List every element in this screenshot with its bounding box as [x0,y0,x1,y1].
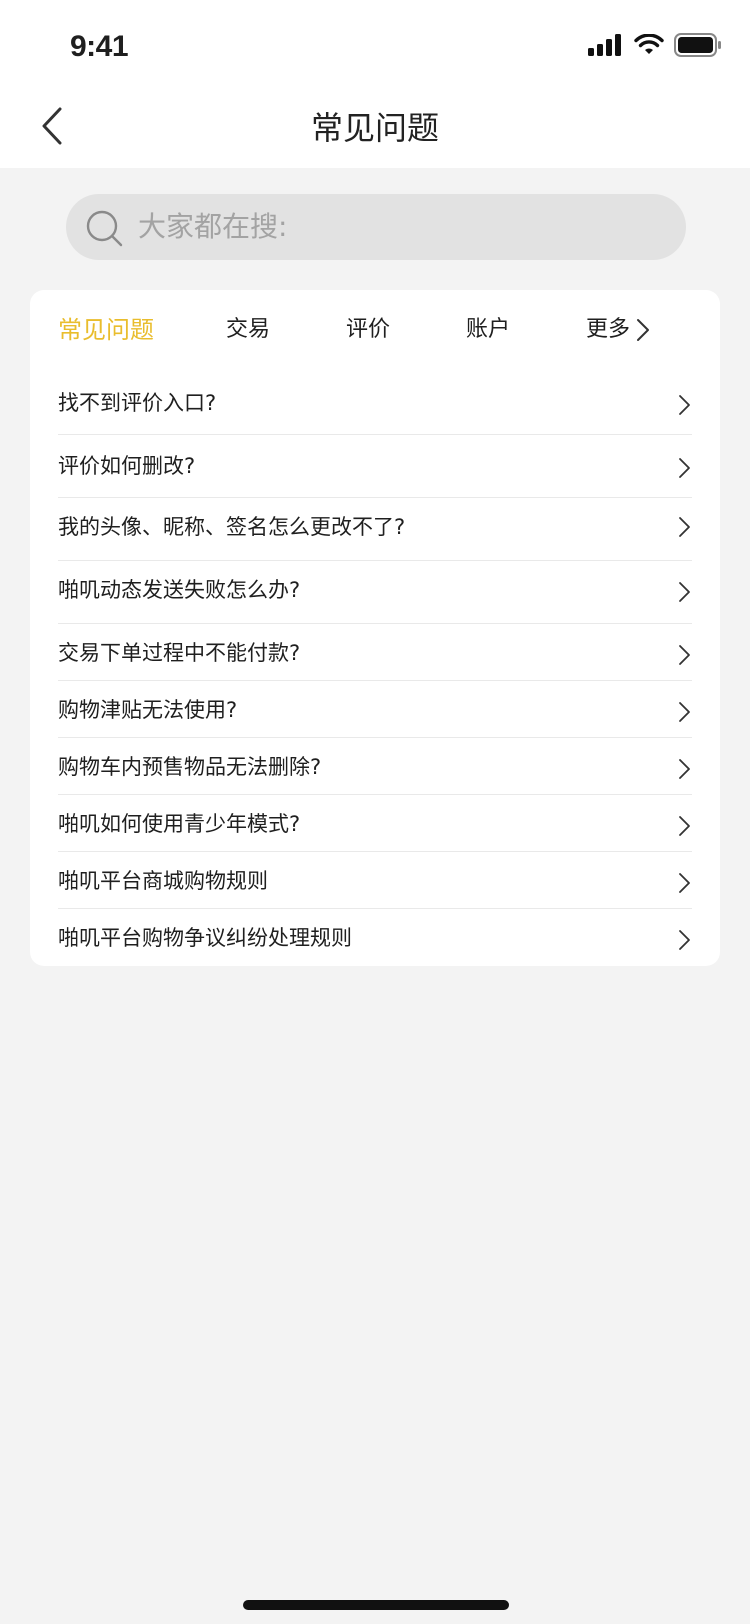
faq-card: 常见问题 交易 评价 账户 更多 找不到评价入口? 评价如何删改? 我的头像、昵… [30,290,720,966]
search-bar[interactable]: 大家都在搜: [66,194,686,260]
faq-question: 我的头像、昵称、签名怎么更改不了? [58,515,406,539]
tab-account[interactable]: 账户 [466,310,510,350]
chevron-right-icon [679,582,690,602]
tab-more-label: 更多 [586,317,631,342]
faq-item[interactable]: 啪叽如何使用青少年模式? [58,795,692,852]
cellular-signal-icon [588,34,621,56]
faq-question: 交易下单过程中不能付款? [58,641,301,665]
faq-question: 购物津贴无法使用? [58,698,238,722]
tab-trade[interactable]: 交易 [226,310,270,350]
faq-item[interactable]: 找不到评价入口? [58,374,692,435]
faq-question: 啪叽平台商城购物规则 [58,869,268,893]
chevron-right-icon [679,759,690,779]
chevron-right-icon [679,702,690,722]
chevron-right-icon [679,458,690,478]
faq-question: 啪叽动态发送失败怎么办? [58,578,301,602]
faq-question: 啪叽平台购物争议纠纷处理规则 [58,926,352,950]
chevron-right-icon [679,816,690,836]
wifi-icon [634,34,664,54]
faq-item[interactable]: 评价如何删改? [58,435,692,498]
chevron-right-icon [679,395,690,415]
faq-item[interactable]: 购物津贴无法使用? [58,681,692,738]
faq-question: 找不到评价入口? [58,391,217,415]
faq-list: 找不到评价入口? 评价如何删改? 我的头像、昵称、签名怎么更改不了? 啪叽动态发… [58,374,692,967]
chevron-right-icon [679,517,690,537]
status-time: 9:41 [70,30,129,63]
faq-item[interactable]: 啪叽动态发送失败怎么办? [58,561,692,624]
chevron-right-icon [679,645,690,665]
faq-question: 评价如何删改? [58,454,196,478]
chevron-right-icon [679,873,690,893]
faq-question: 购物车内预售物品无法删除? [58,755,322,779]
faq-item[interactable]: 啪叽平台商城购物规则 [58,852,692,909]
tab-more[interactable]: 更多 [586,310,650,350]
faq-item[interactable]: 购物车内预售物品无法删除? [58,738,692,795]
chevron-right-icon [679,930,690,950]
search-icon [86,210,123,247]
faq-question: 啪叽如何使用青少年模式? [58,812,301,836]
page-title: 常见问题 [310,109,439,147]
tab-common-questions[interactable]: 常见问题 [58,310,154,350]
search-placeholder: 大家都在搜: [138,210,288,243]
faq-item[interactable]: 我的头像、昵称、签名怎么更改不了? [58,498,692,561]
home-indicator [243,1600,509,1610]
status-icons [588,32,722,58]
faq-item[interactable]: 交易下单过程中不能付款? [58,624,692,681]
chevron-right-icon [637,319,650,341]
tab-review[interactable]: 评价 [346,310,390,350]
battery-icon [674,33,721,57]
status-bar: 9:41 [0,0,750,88]
nav-bar: 常见问题 [0,88,750,168]
category-tabs: 常见问题 交易 评价 账户 更多 [30,290,720,368]
faq-item[interactable]: 啪叽平台购物争议纠纷处理规则 [58,909,692,967]
